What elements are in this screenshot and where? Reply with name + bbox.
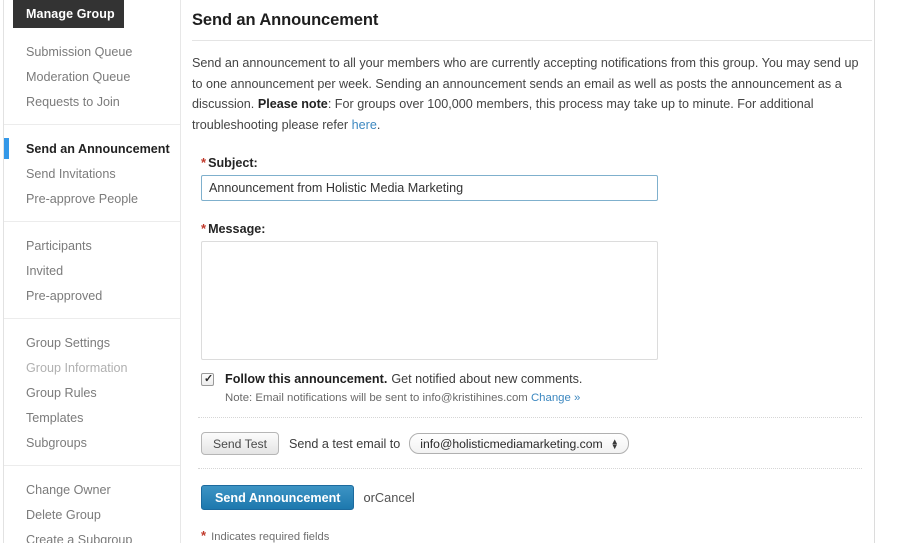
sidebar-item-label: Invited xyxy=(26,263,64,278)
or-text: or xyxy=(363,490,375,505)
sidebar-item-send-invitations[interactable]: Send Invitations xyxy=(4,161,180,186)
follow-announcement-row: ✓ Follow this announcement. Get notified… xyxy=(201,372,874,386)
message-textarea[interactable] xyxy=(201,241,658,360)
test-email-select[interactable]: info@holisticmediamarketing.com ▲ ▼ xyxy=(409,433,629,454)
sidebar-item-label: Create a Subgroup xyxy=(26,532,133,543)
active-indicator-bar xyxy=(4,138,9,159)
subject-label: * Subject: xyxy=(201,155,874,170)
sidebar-item-send-an-announcement[interactable]: Send an Announcement xyxy=(4,136,180,161)
send-test-row: Send Test Send a test email to info@holi… xyxy=(201,432,874,455)
subject-input[interactable] xyxy=(201,175,658,201)
sidebar: Manage Group Submission Queue Moderation… xyxy=(4,0,181,543)
sidebar-item-change-owner[interactable]: Change Owner xyxy=(4,477,180,502)
send-test-button[interactable]: Send Test xyxy=(201,432,279,455)
message-label: * Message: xyxy=(201,221,874,236)
sidebar-item-label: Group Information xyxy=(26,360,128,375)
separator-above-submit xyxy=(198,468,862,469)
email-notification-note: Note: Email notifications will be sent t… xyxy=(225,392,874,404)
sidebar-item-label: Pre-approve People xyxy=(26,191,139,206)
email-notification-text: Note: Email notifications will be sent t… xyxy=(225,392,531,404)
required-fields-text: Indicates required fields xyxy=(208,531,330,543)
sidebar-item-label: Group Rules xyxy=(26,385,97,400)
required-marker: * xyxy=(201,221,207,236)
sidebar-group-members: Participants Invited Pre-approved xyxy=(4,222,180,319)
sidebar-item-participants[interactable]: Participants xyxy=(4,233,180,258)
page-title: Send an Announcement xyxy=(192,11,379,29)
sidebar-item-label: Change Owner xyxy=(26,482,111,497)
submit-row: Send Announcement or Cancel xyxy=(201,485,874,510)
sidebar-item-group-settings[interactable]: Group Settings xyxy=(4,330,180,355)
intro-paragraph: Send an announcement to all your members… xyxy=(192,53,869,135)
send-test-text: Send a test email to xyxy=(288,436,401,451)
send-announcement-button[interactable]: Send Announcement xyxy=(201,485,355,510)
follow-announcement-strong: Follow this announcement. xyxy=(225,372,388,386)
sidebar-item-group-information[interactable]: Group Information xyxy=(4,355,180,380)
sidebar-group-outreach: Send an Announcement Send Invitations Pr… xyxy=(4,125,180,222)
checkmark-icon: ✓ xyxy=(204,372,214,385)
sidebar-item-submission-queue[interactable]: Submission Queue xyxy=(4,39,180,64)
subject-label-text: Subject: xyxy=(208,156,258,170)
manage-group-tab[interactable]: Manage Group xyxy=(13,0,124,28)
required-marker: * xyxy=(201,155,207,170)
intro-text-3: . xyxy=(376,117,381,132)
sidebar-item-label: Group Settings xyxy=(26,335,111,350)
page-root: Manage Group Submission Queue Moderation… xyxy=(0,0,897,543)
sidebar-group-queues: Submission Queue Moderation Queue Reques… xyxy=(4,28,180,125)
sidebar-item-label: Pre-approved xyxy=(26,288,103,303)
troubleshooting-link[interactable]: here xyxy=(352,118,377,132)
required-fields-note: * Indicates required fields xyxy=(201,528,874,543)
stepper-arrows-icon: ▲ ▼ xyxy=(610,437,619,451)
follow-announcement-rest: Get notified about new comments. xyxy=(391,372,583,386)
sidebar-item-delete-group[interactable]: Delete Group xyxy=(4,502,180,527)
sidebar-item-templates[interactable]: Templates xyxy=(4,405,180,430)
sidebar-item-label: Subgroups xyxy=(26,435,87,450)
sidebar-item-label: Moderation Queue xyxy=(26,69,131,84)
sidebar-item-label: Delete Group xyxy=(26,507,101,522)
sidebar-item-group-rules[interactable]: Group Rules xyxy=(4,380,180,405)
sidebar-item-create-a-subgroup[interactable]: Create a Subgroup xyxy=(4,527,180,543)
sidebar-item-label: Send Invitations xyxy=(26,166,116,181)
chevron-down-icon: ▼ xyxy=(610,441,619,451)
title-divider xyxy=(192,40,872,41)
cancel-link[interactable]: Cancel xyxy=(375,490,415,505)
sidebar-item-subgroups[interactable]: Subgroups xyxy=(4,430,180,455)
manage-group-tab-label: Manage Group xyxy=(26,7,115,21)
sidebar-item-moderation-queue[interactable]: Moderation Queue xyxy=(4,64,180,89)
sidebar-item-label: Templates xyxy=(26,410,84,425)
sidebar-item-pre-approved[interactable]: Pre-approved xyxy=(4,283,180,308)
sidebar-item-requests-to-join[interactable]: Requests to Join xyxy=(4,89,180,114)
change-email-link[interactable]: Change » xyxy=(531,392,580,404)
sidebar-group-admin: Change Owner Delete Group Create a Subgr… xyxy=(4,466,180,543)
sidebar-item-label: Send an Announcement xyxy=(26,141,170,156)
main-content: Send an Announcement Send an announcemen… xyxy=(182,0,874,543)
test-email-select-value: info@holisticmediamarketing.com xyxy=(420,436,603,451)
sidebar-item-label: Requests to Join xyxy=(26,94,120,109)
follow-announcement-checkbox[interactable]: ✓ xyxy=(201,372,214,386)
message-label-text: Message: xyxy=(208,222,266,236)
sidebar-item-invited[interactable]: Invited xyxy=(4,258,180,283)
separator-above-test xyxy=(198,417,862,418)
sidebar-item-label: Submission Queue xyxy=(26,44,133,59)
intro-please-note: Please note xyxy=(257,97,328,111)
required-marker: * xyxy=(201,528,207,543)
sidebar-item-pre-approve-people[interactable]: Pre-approve People xyxy=(4,186,180,211)
sidebar-item-label: Participants xyxy=(26,238,92,253)
sidebar-group-settings: Group Settings Group Information Group R… xyxy=(4,319,180,466)
